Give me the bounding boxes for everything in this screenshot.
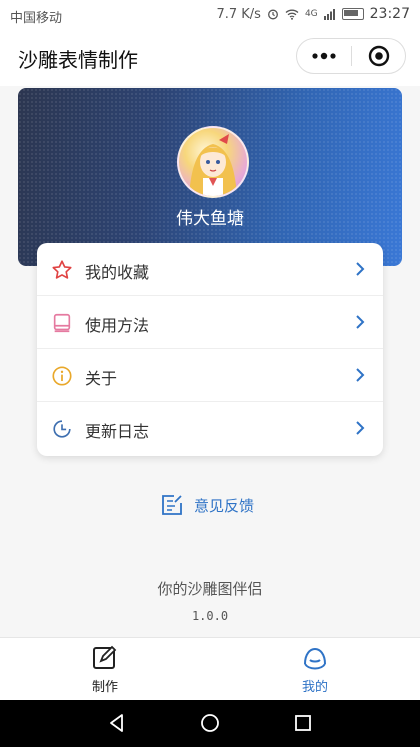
status-indicators: 7.7 K/s 4G 23:27	[216, 6, 410, 22]
chevron-right-icon	[356, 421, 365, 435]
menu-item-favorites[interactable]: 我的收藏	[37, 243, 383, 296]
tab-mine[interactable]: 我的	[260, 644, 370, 699]
chevron-right-icon	[356, 315, 365, 329]
page-title: 沙雕表情制作	[18, 48, 138, 72]
tab-make[interactable]: 制作	[50, 644, 160, 699]
info-icon	[52, 366, 72, 386]
network-speed: 7.7 K/s	[216, 6, 261, 22]
chevron-right-icon	[356, 368, 365, 382]
avatar[interactable]	[177, 126, 249, 198]
more-button[interactable]	[297, 39, 351, 73]
target-close-icon	[368, 45, 389, 67]
menu-item-about[interactable]: 关于	[37, 349, 383, 402]
menu-item-label: 关于	[85, 369, 118, 388]
system-nav-bar	[0, 700, 420, 747]
tab-label: 制作	[91, 680, 118, 695]
home-icon[interactable]	[199, 712, 221, 734]
star-icon	[52, 260, 72, 279]
menu-item-label: 使用方法	[85, 316, 150, 335]
app-version: 1.0.0	[191, 609, 229, 623]
back-icon[interactable]	[106, 712, 128, 734]
tab-bar: 制作 我的	[0, 637, 420, 701]
carrier-name: 中国移动	[10, 11, 63, 26]
menu-item-label: 更新日志	[85, 422, 150, 441]
edit-icon	[93, 645, 117, 669]
chevron-right-icon	[356, 262, 365, 276]
feedback-edit-icon	[162, 495, 182, 515]
app-tagline: 你的沙雕图伴侣	[157, 580, 263, 598]
recents-icon[interactable]	[292, 712, 314, 734]
book-icon	[53, 313, 71, 333]
wifi-icon	[285, 9, 299, 20]
app-header: 沙雕表情制作	[0, 30, 420, 86]
battery-icon	[341, 8, 364, 20]
mini-program-capsule	[296, 38, 406, 74]
profile-icon	[304, 647, 326, 670]
alarm-icon	[267, 9, 278, 20]
menu-item-changelog[interactable]: 更新日志	[37, 402, 383, 455]
feedback-button[interactable]: 意见反馈	[160, 492, 254, 518]
menu-card: 我的收藏 使用方法 关于 更新日志	[37, 243, 383, 456]
close-button[interactable]	[352, 39, 405, 73]
tab-label: 我的	[301, 680, 328, 695]
menu-item-usage[interactable]: 使用方法	[37, 296, 383, 349]
signal-icon	[323, 9, 335, 20]
clock-icon	[53, 420, 71, 438]
menu-item-label: 我的收藏	[85, 263, 150, 282]
status-bar: 中国移动 7.7 K/s 4G 23:27	[0, 0, 420, 30]
clock-time: 23:27	[369, 6, 410, 22]
more-dots-icon	[312, 52, 336, 60]
feedback-label: 意见反馈	[194, 496, 255, 515]
avatar-image	[189, 134, 237, 196]
network-type: 4G	[304, 9, 318, 19]
username: 伟大鱼塘	[176, 209, 244, 229]
